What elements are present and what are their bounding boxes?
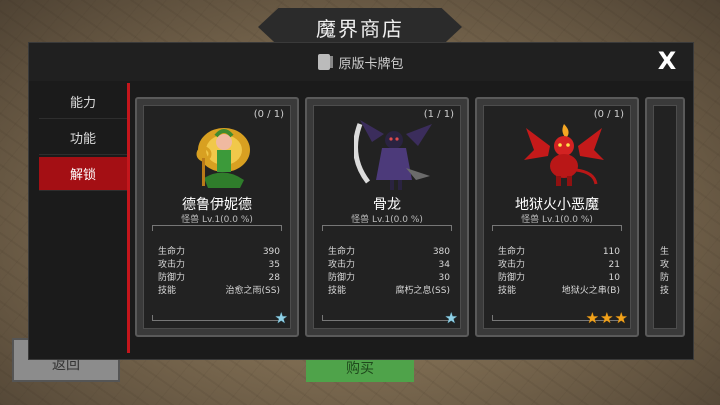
hellfire-imp-sprite-icon xyxy=(524,124,604,186)
monster-card-bone-dragon[interactable]: (1 / 1) 骨龙 怪兽 Lv.1(0.0 %) 生命力 380 攻击力 34… xyxy=(305,97,469,337)
star-icon: ★ xyxy=(585,309,600,327)
stat-row-defense: 防御力 10 xyxy=(498,273,620,283)
sidebar: 能力 功能 解锁 xyxy=(39,85,127,193)
card-name: 地狱火小恶魔 xyxy=(515,197,599,213)
stat-row-defense: 防御力 28 xyxy=(158,273,280,283)
card-stats: 生命力 390 攻击力 35 防御力 28 技能 治愈之雨(SS) xyxy=(158,246,280,298)
card-level: 怪兽 Lv.1(0.0 %) xyxy=(351,215,423,225)
card-level: 怪兽 Lv.1(0.0 %) xyxy=(521,215,593,225)
divider xyxy=(322,225,452,231)
divider xyxy=(152,225,282,231)
stat-row-skill: 技能 地狱火之串(B) xyxy=(498,286,620,296)
bone-dragon-sprite-icon xyxy=(354,120,432,190)
card-face: 生 攻 防 技 xyxy=(653,105,677,329)
stat-label: 防 xyxy=(660,273,670,283)
sidebar-tab-ability[interactable]: 能力 xyxy=(39,85,127,119)
rarity-stars: ★ xyxy=(275,311,288,326)
stat-row-attack: 攻击力 34 xyxy=(328,260,450,270)
card-count: (0 / 1) xyxy=(253,109,284,120)
card-face: (0 / 1) 德鲁伊妮德 怪兽 Lv.1(0.0 %) 生命力 390 攻击力 3 xyxy=(143,105,291,329)
card-level: 怪兽 Lv.1(0.0 %) xyxy=(181,215,253,225)
star-icon: ★ xyxy=(274,309,288,327)
stat-row-hp: 生命力 110 xyxy=(498,247,620,257)
stat-row-hp: 生命力 380 xyxy=(328,247,450,257)
card-stats: 生 攻 防 技 xyxy=(660,246,670,298)
modal-header: 原版卡牌包 xyxy=(29,43,693,81)
sidebar-tab-unlock[interactable]: 解锁 xyxy=(39,157,127,191)
sidebar-tab-function[interactable]: 功能 xyxy=(39,121,127,155)
monster-card-hellfire-imp[interactable]: (0 / 1) 地狱火小恶魔 怪兽 Lv.1(0.0 %) 生命力 110 攻击… xyxy=(475,97,639,337)
card-stats: 生命力 380 攻击力 34 防御力 30 技能 腐朽之息(SS) xyxy=(328,246,450,298)
card-pack-modal: 原版卡牌包 X 能力 功能 解锁 (0 / 1) 德鲁伊妮德 怪兽 Lv.1(0… xyxy=(28,42,694,360)
stat-row-skill: 技能 腐朽之息(SS) xyxy=(328,286,450,296)
card-name: 骨龙 xyxy=(373,197,401,213)
divider xyxy=(322,315,452,321)
modal-title: 原版卡牌包 xyxy=(338,56,404,72)
card-pack-icon xyxy=(318,54,334,70)
card-stats: 生命力 110 攻击力 21 防御力 10 技能 地狱火之串(B) xyxy=(498,246,620,298)
star-icon: ★ xyxy=(444,309,458,327)
stat-label: 技 xyxy=(660,286,670,296)
card-count: (1 / 1) xyxy=(423,109,454,120)
stat-row-attack: 攻击力 21 xyxy=(498,260,620,270)
stat-row-defense: 防御力 30 xyxy=(328,273,450,283)
card-face: (0 / 1) 地狱火小恶魔 怪兽 Lv.1(0.0 %) 生命力 110 攻击… xyxy=(483,105,631,329)
rarity-stars: ★ ★ ★ xyxy=(586,311,628,326)
druid-sprite-icon xyxy=(196,128,250,188)
star-icon: ★ xyxy=(600,309,614,327)
stat-row-attack: 攻击力 35 xyxy=(158,260,280,270)
divider xyxy=(492,225,622,231)
stat-row-skill: 技能 治愈之雨(SS) xyxy=(158,286,280,296)
monster-card-druid[interactable]: (0 / 1) 德鲁伊妮德 怪兽 Lv.1(0.0 %) 生命力 390 攻击力 3 xyxy=(135,97,299,337)
close-button[interactable]: X xyxy=(655,49,679,73)
rarity-stars: ★ xyxy=(445,311,458,326)
sidebar-divider xyxy=(127,83,130,353)
card-face: (1 / 1) 骨龙 怪兽 Lv.1(0.0 %) 生命力 380 攻击力 34… xyxy=(313,105,461,329)
card-count: (0 / 1) xyxy=(593,109,624,120)
stat-row-hp: 生命力 390 xyxy=(158,247,280,257)
stat-label: 生 xyxy=(660,247,670,257)
stat-label: 攻 xyxy=(660,260,670,270)
page-title: 魔界商店 xyxy=(258,8,462,46)
star-icon: ★ xyxy=(614,309,628,327)
card-list[interactable]: (0 / 1) 德鲁伊妮德 怪兽 Lv.1(0.0 %) 生命力 390 攻击力 3 xyxy=(135,97,685,337)
divider xyxy=(152,315,282,321)
monster-card-partial[interactable]: 生 攻 防 技 xyxy=(645,97,685,337)
card-name: 德鲁伊妮德 xyxy=(182,197,252,213)
